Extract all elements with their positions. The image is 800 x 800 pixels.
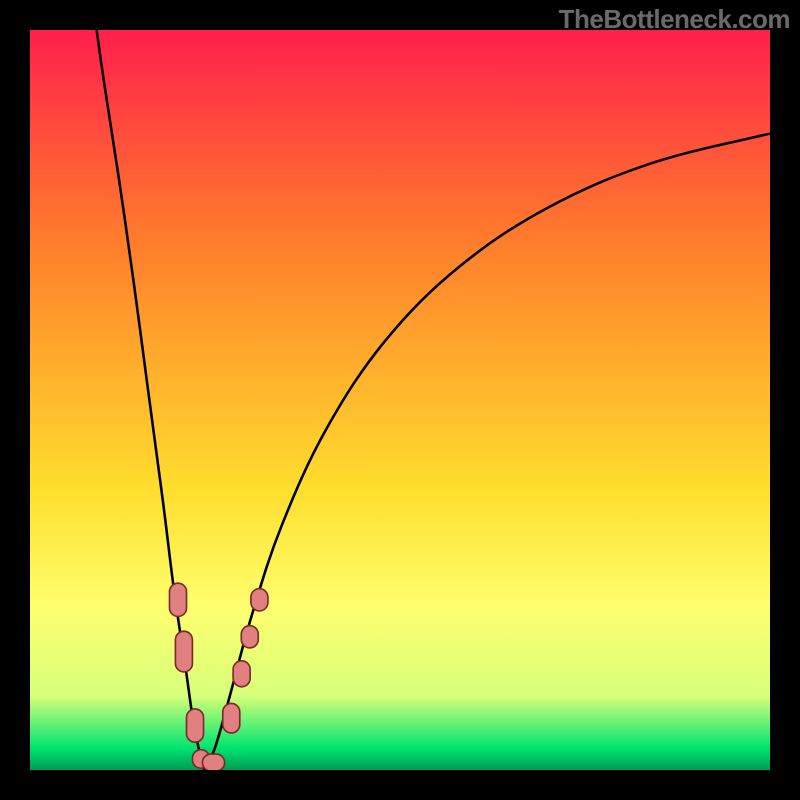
data-marker	[187, 709, 204, 742]
data-marker	[241, 626, 258, 648]
curves-layer	[30, 30, 770, 770]
data-marker	[233, 661, 250, 687]
data-marker	[169, 583, 186, 616]
watermark-label: TheBottleneck.com	[559, 4, 790, 35]
plot-area	[30, 30, 770, 770]
curve-right-branch	[205, 134, 770, 770]
data-marker	[251, 589, 268, 611]
data-marker	[175, 631, 192, 672]
data-marker	[202, 754, 224, 770]
data-marker	[223, 703, 240, 733]
chart-frame: TheBottleneck.com	[0, 0, 800, 800]
